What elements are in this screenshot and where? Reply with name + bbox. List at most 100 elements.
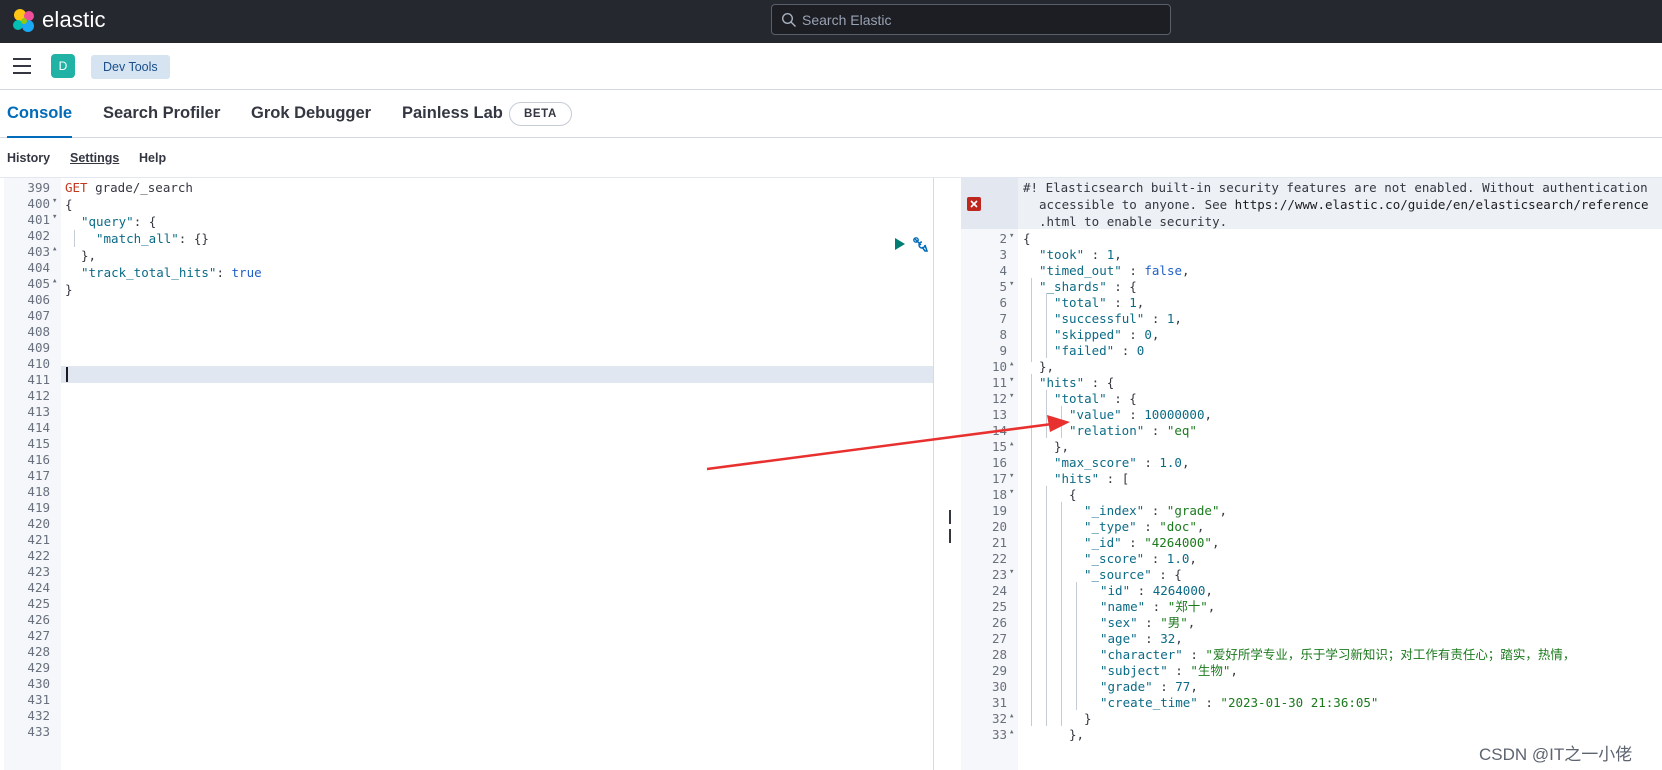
json-punct: :	[1121, 535, 1145, 550]
line-number: 12	[991, 391, 1007, 406]
line-number: 410	[27, 356, 50, 371]
json-value: 1	[1129, 295, 1137, 310]
request-editor[interactable]: 399 400 ▾ 401 ▾ 402 403 ▴ 404 405 ▴ 406 407 408 409 410…	[4, 178, 934, 770]
fold-down-icon[interactable]: ▾	[1009, 231, 1014, 241]
fold-up-icon[interactable]: ▴	[1009, 711, 1014, 721]
json-key: "create_time"	[1100, 695, 1198, 710]
response-line-28: "character" : "爱好所学专业，乐于学习新知识；对工作有责任心；踏实…	[1100, 646, 1575, 663]
fold-down-icon[interactable]: ▾	[52, 196, 57, 206]
line-number: 33	[991, 727, 1007, 742]
line-number: 431	[27, 692, 50, 707]
fold-up-icon[interactable]: ▴	[52, 276, 57, 286]
json-punct: : {	[1106, 391, 1137, 406]
history-link[interactable]: History	[7, 151, 50, 165]
json-punct: ,	[1136, 295, 1145, 310]
indent-guide	[1046, 390, 1047, 438]
fold-down-icon[interactable]: ▾	[52, 212, 57, 222]
line-number: 14	[991, 423, 1007, 438]
elastic-logo-icon[interactable]	[10, 7, 38, 35]
json-punct: :	[1084, 247, 1107, 262]
json-punct: :	[1137, 631, 1161, 646]
tab-console[interactable]: Console	[7, 90, 73, 138]
line-number: 408	[27, 324, 50, 339]
fold-up-icon[interactable]: ▴	[52, 244, 57, 254]
json-punct: ,	[1189, 551, 1197, 566]
tab-grok-debugger[interactable]: Grok Debugger	[251, 90, 371, 138]
wrench-icon[interactable]	[912, 236, 929, 253]
json-value: "doc"	[1159, 519, 1197, 534]
json-punct: : {	[1106, 279, 1137, 294]
line-number: 28	[991, 647, 1007, 662]
warning-text: accessible to anyone. See	[1039, 197, 1235, 212]
line-number: 20	[991, 519, 1007, 534]
tab-search-profiler[interactable]: Search Profiler	[103, 90, 220, 138]
fold-up-icon[interactable]: ▴	[1009, 439, 1014, 449]
play-icon[interactable]	[893, 237, 907, 251]
line-number: 401	[27, 212, 50, 227]
indent-guide	[74, 230, 75, 247]
json-value: "男"	[1160, 615, 1188, 630]
fold-down-icon[interactable]: ▾	[1009, 375, 1014, 385]
settings-link[interactable]: Settings	[70, 151, 119, 165]
hamburger-icon-bar	[13, 65, 31, 67]
line-number: 407	[27, 308, 50, 323]
json-punct: ,	[1174, 311, 1182, 326]
json-punct: },	[1069, 727, 1085, 742]
line-number: 402	[27, 228, 50, 243]
error-marker-icon[interactable]	[967, 197, 981, 211]
line-number: 21	[991, 535, 1007, 550]
json-value: "爱好所学专业，乐于学习新知识；对工作有责任心；踏实，热情，	[1205, 647, 1576, 662]
json-punct: :	[1152, 679, 1176, 694]
json-punct: ,	[1204, 407, 1213, 422]
fold-down-icon[interactable]: ▾	[1009, 391, 1014, 401]
panel-resize-handle[interactable]	[949, 510, 955, 543]
json-value: 4264000	[1152, 583, 1206, 598]
json-key: "age"	[1100, 631, 1138, 646]
json-punct: :	[1121, 407, 1145, 422]
fold-down-icon[interactable]: ▾	[1009, 567, 1014, 577]
line-number: 426	[27, 612, 50, 627]
line-number: 30	[991, 679, 1007, 694]
tab-painless-lab[interactable]: Painless Lab	[402, 90, 503, 138]
fold-up-icon[interactable]: ▴	[1009, 727, 1014, 737]
breadcrumb-dev-tools[interactable]: Dev Tools	[91, 55, 170, 79]
grip-icon	[949, 510, 951, 524]
json-value: 0	[1144, 327, 1152, 342]
line-number: 27	[991, 631, 1007, 646]
json-value: 0	[1136, 343, 1145, 358]
fold-down-icon[interactable]: ▾	[1009, 487, 1014, 497]
help-link[interactable]: Help	[139, 151, 166, 165]
json-punct: },	[1039, 359, 1055, 374]
code-line-405: }	[65, 282, 73, 297]
search-input[interactable]	[802, 8, 1162, 31]
response-line-14: "relation" : "eq"	[1069, 422, 1197, 439]
docs-link[interactable]: https://www.elastic.co/guide/en/elastics…	[1235, 197, 1649, 212]
global-search[interactable]	[771, 4, 1171, 35]
line-number: 428	[27, 644, 50, 659]
fold-down-icon[interactable]: ▾	[1009, 471, 1014, 481]
request-gutter: 399 400 ▾ 401 ▾ 402 403 ▴ 404 405 ▴ 406 407 408 409 410…	[4, 178, 61, 770]
space-avatar[interactable]: D	[51, 54, 75, 78]
line-number: 423	[27, 564, 50, 579]
indent-guide	[1061, 502, 1062, 726]
json-punct: : {	[133, 214, 157, 229]
fold-down-icon[interactable]: ▾	[1009, 279, 1014, 289]
response-editor[interactable]: 12▾345▾678910▴11▾12▾131415▴1617▾18▾19202…	[961, 178, 1662, 770]
response-line-4: "timed_out" : false,	[1039, 262, 1190, 279]
json-key: "name"	[1100, 599, 1146, 614]
grip-icon-bar	[949, 529, 951, 543]
json-punct: }	[1084, 711, 1092, 726]
json-punct: : {	[1151, 567, 1182, 582]
menu-toggle-button[interactable]	[13, 58, 31, 74]
line-number: 24	[991, 583, 1007, 598]
app-header: D Dev Tools	[0, 43, 1662, 90]
request-path: grade/_search	[87, 180, 193, 195]
json-punct: :	[1114, 343, 1137, 358]
http-method: GET	[65, 180, 88, 195]
json-key: "_id"	[1084, 535, 1122, 550]
fold-up-icon[interactable]: ▴	[1009, 359, 1014, 369]
response-line-13: "value" : 10000000,	[1069, 406, 1212, 423]
response-line-26: "sex" : "男",	[1100, 614, 1195, 631]
line-number: 5	[999, 279, 1007, 294]
json-punct: : {	[1084, 375, 1115, 390]
